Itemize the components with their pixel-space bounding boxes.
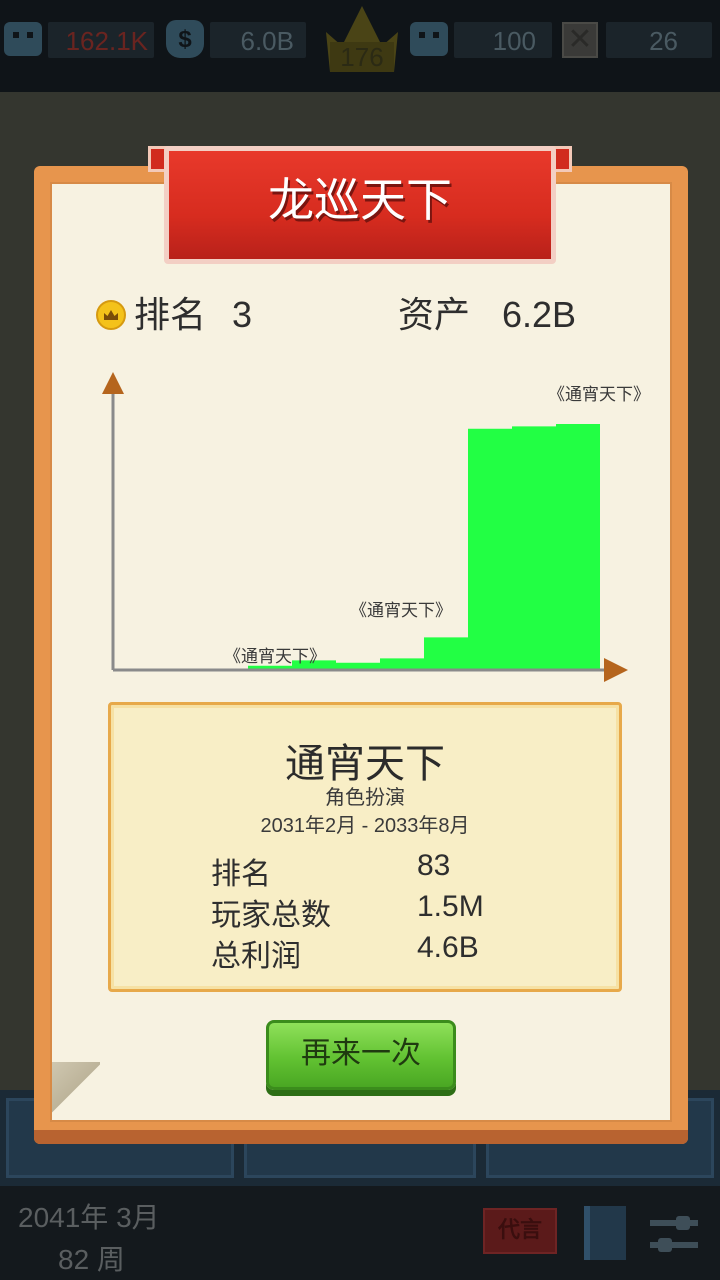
fans-value: 162.1K: [65, 26, 148, 56]
money-value: 6.0B: [240, 26, 295, 56]
info-label: 玩家总数: [211, 899, 331, 932]
game-period: 2031年2月 - 2033年8月: [260, 815, 470, 837]
rank-value: 3: [232, 294, 253, 335]
money-bag-icon: $: [166, 20, 204, 58]
fans-face-icon: [4, 22, 42, 56]
info-label: 总利润: [211, 940, 301, 973]
fans-stat: 162.1K: [4, 20, 154, 62]
blocked-stat: ✕ 26: [562, 20, 712, 62]
crown-level-value: 176: [340, 42, 384, 72]
game-genre: 角色扮演: [325, 787, 405, 809]
info-value: 4.6B: [417, 931, 479, 964]
annotation-1: 《通宵天下》: [224, 647, 326, 666]
info-row-players: 玩家总数 1.5M: [211, 890, 611, 932]
y-axis-arrow-icon: [102, 372, 124, 394]
rank-label: 排名: [134, 294, 207, 335]
annotation-3: 《通宵天下》: [548, 385, 650, 404]
page-curl: [52, 1062, 100, 1114]
info-value: 1.5M: [417, 890, 484, 923]
game-info-box: 通宵天下 角色扮演 2031年2月 - 2033年8月 排名 83 玩家总数 1…: [108, 702, 622, 992]
info-row-profit: 总利润 4.6B: [211, 931, 611, 973]
assets-area: [160, 424, 600, 670]
cross-icon: ✕: [562, 22, 598, 58]
crown-level[interactable]: 176: [322, 2, 402, 74]
staff-value: 100: [492, 26, 536, 56]
book-icon[interactable]: [584, 1206, 626, 1260]
info-label: 排名: [211, 858, 271, 891]
assets-chart: 《通宵天下》 《通宵天下》 《通宵天下》: [102, 372, 650, 682]
staff-stat: 100: [410, 20, 552, 62]
assets-label: 资产: [398, 294, 471, 335]
annotation-2: 《通宵天下》: [350, 601, 452, 620]
proxy-button[interactable]: 代言: [483, 1208, 557, 1254]
x-axis-arrow-icon: [604, 658, 628, 682]
crown-coin-icon: [96, 300, 126, 330]
info-value: 83: [417, 849, 451, 882]
date-label: 2041年 3月: [18, 1202, 160, 1233]
money-stat: $ 6.0B: [166, 20, 306, 62]
staff-face-icon: [410, 22, 448, 56]
play-again-button[interactable]: 再来一次: [266, 1020, 456, 1090]
info-row-rank: 排名 83: [211, 849, 611, 891]
top-status-bar: 162.1K $ 6.0B 176 100 ✕ 26: [0, 0, 720, 92]
blocked-value: 26: [649, 26, 678, 56]
dialog-title: 龙巡天下: [268, 174, 452, 226]
title-banner: 龙巡天下: [148, 140, 572, 270]
settings-sliders-icon[interactable]: [650, 1212, 698, 1256]
assets-value: 6.2B: [502, 294, 577, 335]
week-label: 82 周: [58, 1244, 125, 1275]
